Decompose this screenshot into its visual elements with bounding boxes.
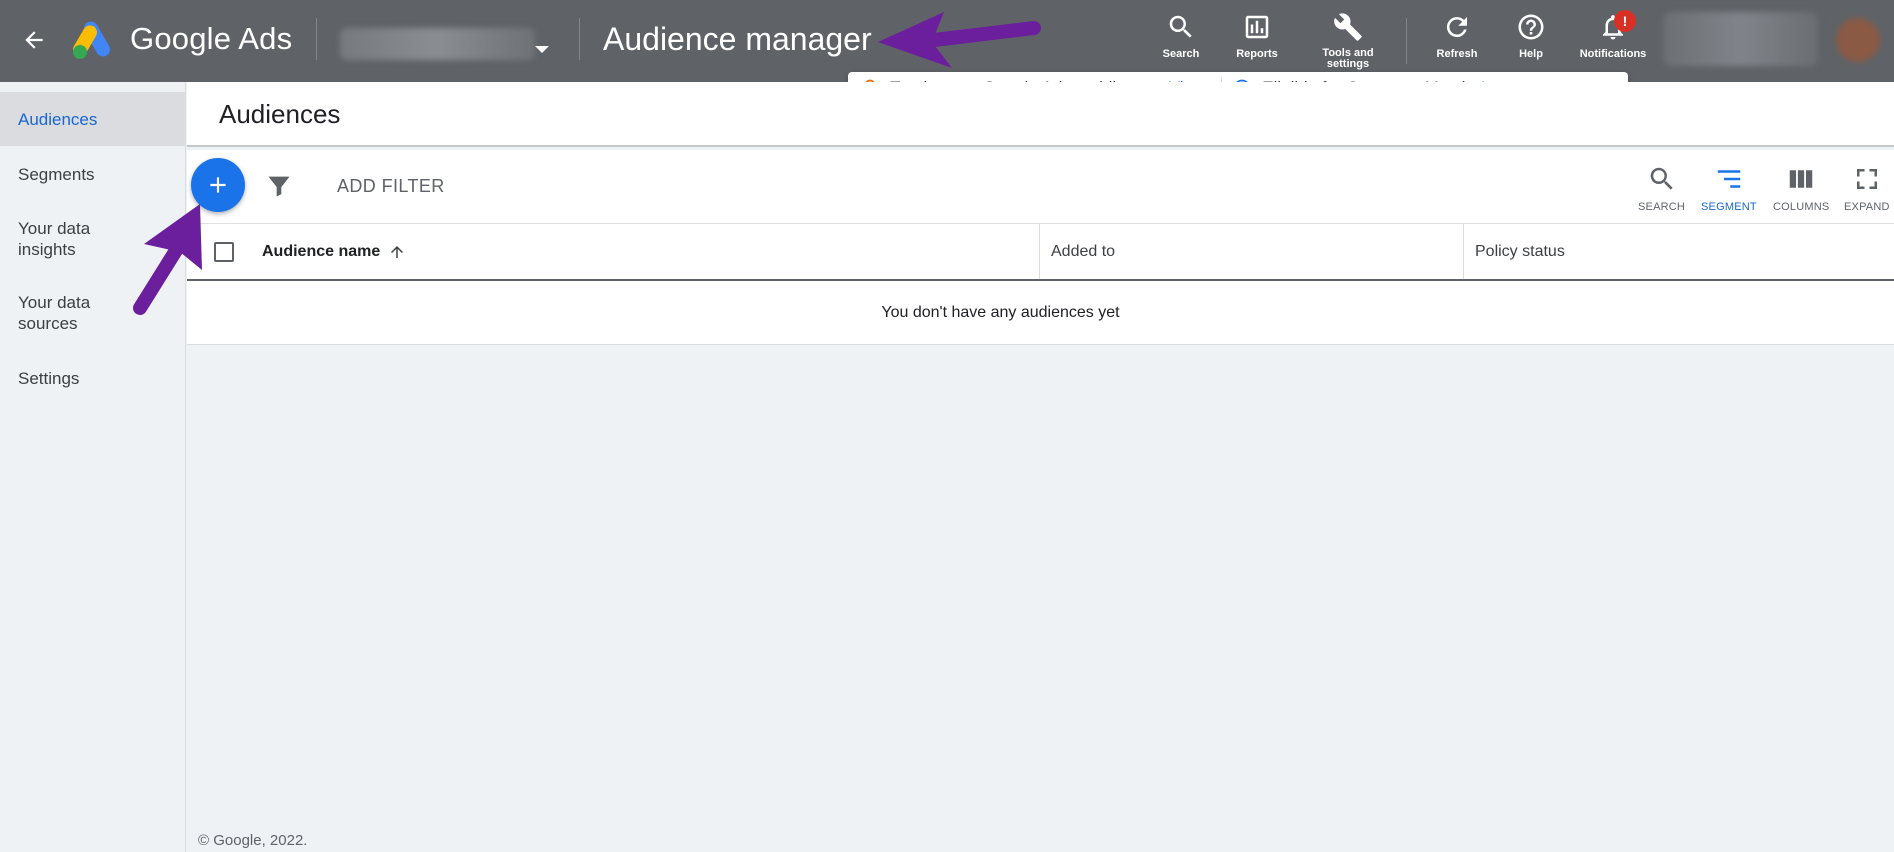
table-search-button[interactable]: SEARCH xyxy=(1638,164,1685,213)
filter-icon[interactable] xyxy=(265,172,293,200)
sidebar-item-your-data-sources[interactable]: Your data sources xyxy=(0,292,130,334)
sidebar-item-segments[interactable]: Segments xyxy=(0,164,185,185)
help-label: Help xyxy=(1519,48,1543,60)
segment-icon xyxy=(1717,170,1741,188)
wrench-icon xyxy=(1334,13,1362,41)
expand-label: EXPAND xyxy=(1844,201,1890,213)
search-icon xyxy=(1169,15,1192,38)
back-arrow-icon[interactable] xyxy=(18,22,50,58)
copyright-footer: © Google, 2022. xyxy=(198,832,308,849)
columns-label: COLUMNS xyxy=(1773,201,1830,213)
expand-button[interactable]: EXPAND xyxy=(1844,164,1890,213)
tools-and-settings-button[interactable]: Tools and settings xyxy=(1316,12,1380,72)
search-tool-label: Search xyxy=(1162,48,1200,60)
column-label: Policy status xyxy=(1475,242,1565,260)
search-icon xyxy=(1650,167,1673,190)
notification-alert-badge: ! xyxy=(1614,10,1636,32)
columns-icon xyxy=(1789,170,1813,188)
add-filter-button[interactable]: ADD FILTER xyxy=(337,176,445,197)
help-button[interactable]: Help xyxy=(1514,12,1548,72)
refresh-label: Refresh xyxy=(1436,48,1478,60)
column-header-policy-status[interactable]: Policy status xyxy=(1475,224,1565,279)
segment-button[interactable]: SEGMENT xyxy=(1701,164,1757,213)
segment-label: SEGMENT xyxy=(1701,201,1757,213)
columns-button[interactable]: COLUMNS xyxy=(1773,164,1829,213)
refresh-icon xyxy=(1446,17,1467,38)
tools-label: Tools and settings xyxy=(1322,47,1374,70)
column-header-added-to[interactable]: Added to xyxy=(1051,224,1115,279)
google-ads-logo-icon xyxy=(72,20,116,60)
sidebar-item-audiences[interactable]: Audiences xyxy=(0,92,185,146)
add-audience-button[interactable] xyxy=(191,158,245,212)
refresh-button[interactable]: Refresh xyxy=(1434,12,1480,72)
column-divider xyxy=(1463,224,1464,279)
page-header: Audiences xyxy=(187,82,1894,147)
column-label: Audience name xyxy=(262,242,381,260)
caret-down-icon xyxy=(535,46,549,53)
section-heading: Audiences xyxy=(219,99,341,129)
divider xyxy=(316,18,317,60)
page-title: Audience manager xyxy=(603,21,872,57)
top-app-bar: Google Ads Audience manager Search Repor… xyxy=(0,0,1894,82)
brand-name: Google Ads xyxy=(130,21,293,56)
divider xyxy=(1406,18,1407,64)
column-header-audience-name[interactable]: Audience name xyxy=(262,224,406,279)
sidebar-item-settings[interactable]: Settings xyxy=(0,368,185,389)
account-selector[interactable] xyxy=(330,18,550,68)
reports-label: Reports xyxy=(1236,48,1278,60)
notifications-label: Notifications xyxy=(1579,48,1647,60)
empty-state-row: You don't have any audiences yet xyxy=(187,281,1894,345)
notifications-button[interactable]: Notifications xyxy=(1578,12,1648,72)
select-all-checkbox[interactable] xyxy=(214,242,234,262)
column-divider xyxy=(1039,224,1040,279)
search-tool-button[interactable]: Search xyxy=(1160,12,1202,72)
help-icon xyxy=(1518,14,1544,40)
account-name-blurred xyxy=(340,28,535,60)
table-search-label: SEARCH xyxy=(1638,201,1686,213)
avatar[interactable] xyxy=(1836,18,1880,62)
reports-icon xyxy=(1245,15,1269,39)
empty-state-message: You don't have any audiences yet xyxy=(881,303,1120,321)
sidebar: Audiences Segments Your data insights Yo… xyxy=(0,82,186,852)
table-header: Audience name Added to Policy status xyxy=(187,224,1894,281)
divider xyxy=(579,18,580,60)
plus-icon xyxy=(210,177,226,193)
sidebar-item-your-data-insights[interactable]: Your data insights xyxy=(0,218,130,260)
column-label: Added to xyxy=(1051,242,1116,260)
table-toolbar: ADD FILTER SEARCH SEGMENT COLUMNS EXPAND xyxy=(187,150,1894,224)
sort-arrow-up-icon xyxy=(391,245,404,258)
user-account-blurred[interactable] xyxy=(1663,12,1818,66)
expand-icon xyxy=(1856,169,1877,189)
reports-button[interactable]: Reports xyxy=(1234,12,1280,72)
